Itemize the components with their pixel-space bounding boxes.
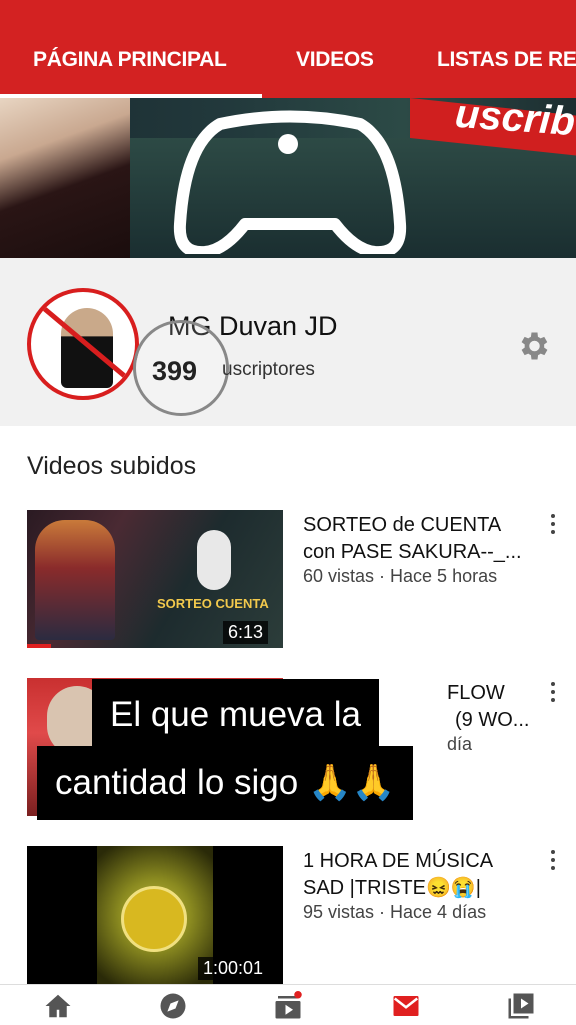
- channel-banner: uscrib: [0, 98, 576, 258]
- video-title-line2: con PASE SAKURA--_...: [303, 541, 522, 563]
- video-title-line1: SORTEO de CUENTA: [303, 514, 502, 536]
- video-thumbnail[interactable]: 1:00:01: [27, 846, 283, 984]
- subscriber-label: uscriptores: [222, 359, 315, 380]
- gamepad-icon: [173, 110, 407, 254]
- channel-avatar[interactable]: [27, 288, 139, 400]
- channel-header: MG Duvan JD 399 uscriptores: [0, 258, 576, 426]
- tab-videos[interactable]: VIDEOS: [296, 48, 374, 72]
- banner-subscribe-text: uscrib: [453, 98, 576, 145]
- thumb-character: [35, 520, 115, 640]
- video-meta: 60 vistas · Hace 5 horas: [303, 566, 498, 586]
- video-duration: 6:13: [222, 621, 268, 644]
- channel-tab-bar: PÁGINA PRINCIPAL VIDEOS LISTAS DE RE: [0, 0, 576, 98]
- video-meta: 95 vistas · Hace 4 días: [303, 902, 487, 922]
- gear-icon[interactable]: [515, 328, 551, 364]
- thumb-emblem: [121, 886, 187, 952]
- section-title: Videos subidos: [27, 452, 197, 480]
- subscriptions-icon[interactable]: [270, 991, 306, 1021]
- video-title-line2: SAD |TRISTE😖😭|: [303, 877, 481, 899]
- video-title-line2: (9 WO...: [455, 709, 530, 731]
- tab-playlists[interactable]: LISTAS DE RE: [437, 48, 576, 72]
- more-options-icon[interactable]: [548, 682, 558, 708]
- caption-line-1: El que mueva la: [92, 679, 379, 751]
- video-title-line1: 1 HORA DE MÚSICA: [303, 850, 494, 872]
- library-icon[interactable]: [503, 991, 539, 1021]
- thumb-bunny: [197, 530, 231, 590]
- explore-icon[interactable]: [155, 991, 191, 1021]
- more-options-icon[interactable]: [548, 514, 558, 540]
- caption-line-2: cantidad lo sigo 🙏🙏: [37, 746, 414, 820]
- video-duration: 1:00:01: [197, 957, 268, 980]
- inbox-icon[interactable]: [388, 991, 424, 1021]
- watch-progress-bar: [27, 644, 51, 648]
- video-item[interactable]: SORTEO CUENTA 6:13 SORTEO de CUENTA con …: [0, 510, 576, 655]
- subscriber-count: 399: [152, 356, 198, 386]
- video-title: 1 HORA DE MÚSICA SAD |TRISTE😖😭|: [303, 848, 538, 902]
- video-title: SORTEO de CUENTA con PASE SAKURA--_...: [303, 512, 538, 566]
- tab-home[interactable]: PÁGINA PRINCIPAL: [33, 48, 227, 72]
- thumb-text: SORTEO CUENTA: [157, 596, 269, 611]
- video-item[interactable]: 1:00:01 1 HORA DE MÚSICA SAD |TRISTE😖😭| …: [0, 846, 576, 991]
- banner-character: [0, 98, 130, 258]
- bottom-navigation: [0, 984, 576, 1025]
- video-meta: día: [447, 734, 473, 754]
- home-icon[interactable]: [40, 991, 76, 1021]
- more-options-icon[interactable]: [548, 850, 558, 876]
- video-thumbnail[interactable]: SORTEO CUENTA 6:13: [27, 510, 283, 648]
